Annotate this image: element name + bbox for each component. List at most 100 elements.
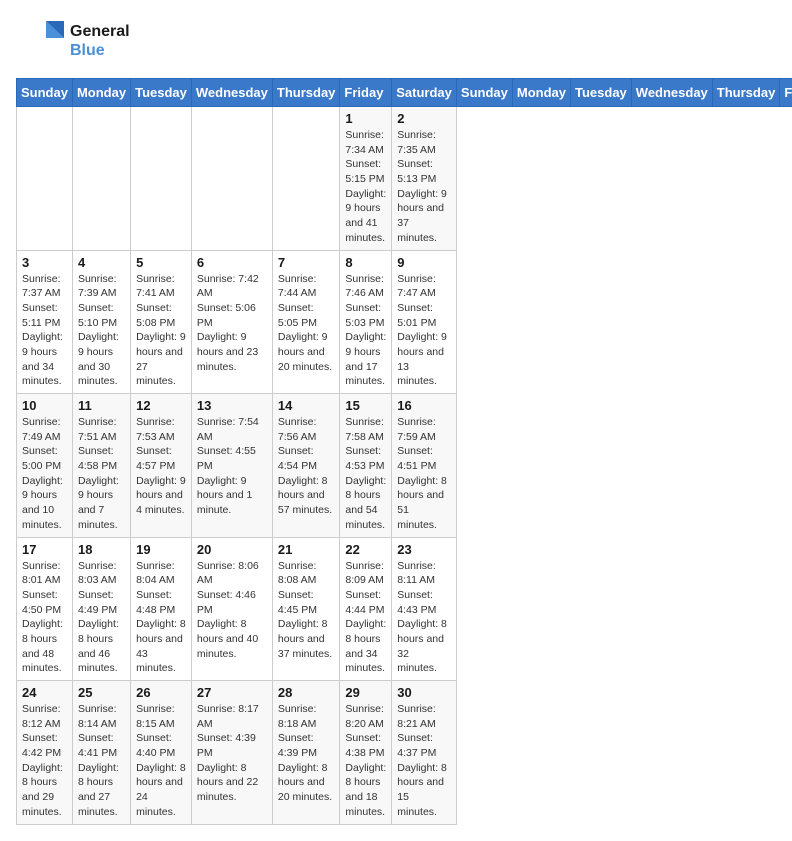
day-cell: [17, 107, 73, 251]
day-info: Sunrise: 7:51 AM Sunset: 4:58 PM Dayligh…: [78, 415, 125, 533]
day-cell: 12 Sunrise: 7:53 AM Sunset: 4:57 PM Dayli…: [131, 394, 192, 538]
day-number: 20: [197, 542, 267, 557]
header-sunday: Sunday: [17, 79, 73, 107]
day-cell: 3Sunrise: 7:37 AM Sunset: 5:11 PM Daylig…: [17, 250, 73, 394]
day-cell: 6 Sunrise: 7:42 AM Sunset: 5:06 PM Daylig…: [191, 250, 272, 394]
day-info: Sunrise: 8:20 AM Sunset: 4:38 PM Dayligh…: [345, 702, 386, 820]
header-saturday: Saturday: [392, 79, 457, 107]
header-day-wednesday: Wednesday: [631, 79, 712, 107]
day-cell: 27Sunrise: 8:17 AM Sunset: 4:39 PM Dayli…: [191, 681, 272, 825]
day-info: Sunrise: 7:44 AM Sunset: 5:05 PM Dayligh…: [278, 272, 335, 375]
day-info: Sunrise: 7:46 AM Sunset: 5:03 PM Dayligh…: [345, 272, 386, 390]
day-number: 15: [345, 398, 386, 413]
day-cell: 5 Sunrise: 7:41 AM Sunset: 5:08 PM Daylig…: [131, 250, 192, 394]
header-monday: Monday: [72, 79, 130, 107]
day-cell: 8 Sunrise: 7:46 AM Sunset: 5:03 PM Daylig…: [340, 250, 392, 394]
day-info: Sunrise: 7:42 AM Sunset: 5:06 PM Dayligh…: [197, 272, 267, 375]
day-cell: 22 Sunrise: 8:09 AM Sunset: 4:44 PM Dayli…: [340, 537, 392, 681]
day-info: Sunrise: 8:14 AM Sunset: 4:41 PM Dayligh…: [78, 702, 125, 820]
logo-blue-text: Blue: [70, 41, 130, 60]
day-info: Sunrise: 8:15 AM Sunset: 4:40 PM Dayligh…: [136, 702, 186, 820]
day-cell: [272, 107, 340, 251]
day-info: Sunrise: 7:59 AM Sunset: 4:51 PM Dayligh…: [397, 415, 451, 533]
logo-general-text: General: [70, 22, 130, 41]
day-number: 13: [197, 398, 267, 413]
day-info: Sunrise: 8:18 AM Sunset: 4:39 PM Dayligh…: [278, 702, 335, 805]
day-number: 6: [197, 255, 267, 270]
header-day-monday: Monday: [512, 79, 570, 107]
day-cell: 16 Sunrise: 7:59 AM Sunset: 4:51 PM Dayli…: [392, 394, 457, 538]
header-wednesday: Wednesday: [191, 79, 272, 107]
day-number: 22: [345, 542, 386, 557]
day-cell: [72, 107, 130, 251]
day-cell: 4 Sunrise: 7:39 AM Sunset: 5:10 PM Daylig…: [72, 250, 130, 394]
day-info: Sunrise: 8:09 AM Sunset: 4:44 PM Dayligh…: [345, 559, 386, 677]
day-number: 19: [136, 542, 186, 557]
day-cell: 21 Sunrise: 8:08 AM Sunset: 4:45 PM Dayli…: [272, 537, 340, 681]
day-info: Sunrise: 7:39 AM Sunset: 5:10 PM Dayligh…: [78, 272, 125, 390]
day-info: Sunrise: 8:21 AM Sunset: 4:37 PM Dayligh…: [397, 702, 451, 820]
day-cell: 26Sunrise: 8:15 AM Sunset: 4:40 PM Dayli…: [131, 681, 192, 825]
day-info: Sunrise: 8:04 AM Sunset: 4:48 PM Dayligh…: [136, 559, 186, 677]
day-number: 16: [397, 398, 451, 413]
day-info: Sunrise: 7:56 AM Sunset: 4:54 PM Dayligh…: [278, 415, 335, 518]
day-number: 23: [397, 542, 451, 557]
day-info: Sunrise: 7:58 AM Sunset: 4:53 PM Dayligh…: [345, 415, 386, 533]
header-day-tuesday: Tuesday: [571, 79, 632, 107]
week-row-5: 24 Sunrise: 8:12 AM Sunset: 4:42 PM Dayli…: [17, 681, 792, 825]
week-row-3: 10Sunrise: 7:49 AM Sunset: 5:00 PM Dayli…: [17, 394, 792, 538]
day-cell: 7 Sunrise: 7:44 AM Sunset: 5:05 PM Daylig…: [272, 250, 340, 394]
day-number: 21: [278, 542, 335, 557]
header-day-sunday: Sunday: [456, 79, 512, 107]
day-cell: 30 Sunrise: 8:21 AM Sunset: 4:37 PM Dayli…: [392, 681, 457, 825]
day-info: Sunrise: 7:49 AM Sunset: 5:00 PM Dayligh…: [22, 415, 67, 533]
day-number: 28: [278, 685, 335, 700]
day-number: 4: [78, 255, 125, 270]
day-number: 27: [197, 685, 267, 700]
day-cell: 24 Sunrise: 8:12 AM Sunset: 4:42 PM Dayli…: [17, 681, 73, 825]
day-info: Sunrise: 7:34 AM Sunset: 5:15 PM Dayligh…: [345, 128, 386, 246]
day-number: 12: [136, 398, 186, 413]
day-cell: 13 Sunrise: 7:54 AM Sunset: 4:55 PM Dayli…: [191, 394, 272, 538]
day-number: 9: [397, 255, 451, 270]
day-number: 30: [397, 685, 451, 700]
day-number: 8: [345, 255, 386, 270]
day-cell: 15 Sunrise: 7:58 AM Sunset: 4:53 PM Dayli…: [340, 394, 392, 538]
day-cell: 9Sunrise: 7:47 AM Sunset: 5:01 PM Daylig…: [392, 250, 457, 394]
day-number: 1: [345, 111, 386, 126]
day-cell: 17 Sunrise: 8:01 AM Sunset: 4:50 PM Dayli…: [17, 537, 73, 681]
day-number: 5: [136, 255, 186, 270]
calendar-table: SundayMondayTuesdayWednesdayThursdayFrid…: [16, 78, 792, 825]
day-cell: 2Sunrise: 7:35 AM Sunset: 5:13 PM Daylig…: [392, 107, 457, 251]
header-thursday: Thursday: [272, 79, 340, 107]
week-row-4: 17 Sunrise: 8:01 AM Sunset: 4:50 PM Dayli…: [17, 537, 792, 681]
day-info: Sunrise: 7:41 AM Sunset: 5:08 PM Dayligh…: [136, 272, 186, 390]
day-cell: 29Sunrise: 8:20 AM Sunset: 4:38 PM Dayli…: [340, 681, 392, 825]
day-info: Sunrise: 8:01 AM Sunset: 4:50 PM Dayligh…: [22, 559, 67, 677]
header-day-friday: Friday: [780, 79, 792, 107]
calendar-header-row: SundayMondayTuesdayWednesdayThursdayFrid…: [17, 79, 792, 107]
day-number: 17: [22, 542, 67, 557]
day-number: 2: [397, 111, 451, 126]
day-info: Sunrise: 8:08 AM Sunset: 4:45 PM Dayligh…: [278, 559, 335, 662]
day-cell: 18Sunrise: 8:03 AM Sunset: 4:49 PM Dayli…: [72, 537, 130, 681]
day-cell: 23 Sunrise: 8:11 AM Sunset: 4:43 PM Dayli…: [392, 537, 457, 681]
day-info: Sunrise: 8:03 AM Sunset: 4:49 PM Dayligh…: [78, 559, 125, 677]
header-tuesday: Tuesday: [131, 79, 192, 107]
day-info: Sunrise: 7:54 AM Sunset: 4:55 PM Dayligh…: [197, 415, 267, 518]
week-row-2: 3Sunrise: 7:37 AM Sunset: 5:11 PM Daylig…: [17, 250, 792, 394]
day-info: Sunrise: 8:11 AM Sunset: 4:43 PM Dayligh…: [397, 559, 451, 677]
page-header: GeneralBlue: [16, 16, 776, 66]
day-number: 7: [278, 255, 335, 270]
logo-icon: [16, 16, 66, 66]
day-info: Sunrise: 8:12 AM Sunset: 4:42 PM Dayligh…: [22, 702, 67, 820]
day-cell: 1 Sunrise: 7:34 AM Sunset: 5:15 PM Daylig…: [340, 107, 392, 251]
day-number: 24: [22, 685, 67, 700]
day-number: 3: [22, 255, 67, 270]
day-cell: [131, 107, 192, 251]
day-number: 11: [78, 398, 125, 413]
day-info: Sunrise: 7:53 AM Sunset: 4:57 PM Dayligh…: [136, 415, 186, 518]
header-friday: Friday: [340, 79, 392, 107]
logo: GeneralBlue: [16, 16, 130, 66]
day-cell: 28 Sunrise: 8:18 AM Sunset: 4:39 PM Dayli…: [272, 681, 340, 825]
